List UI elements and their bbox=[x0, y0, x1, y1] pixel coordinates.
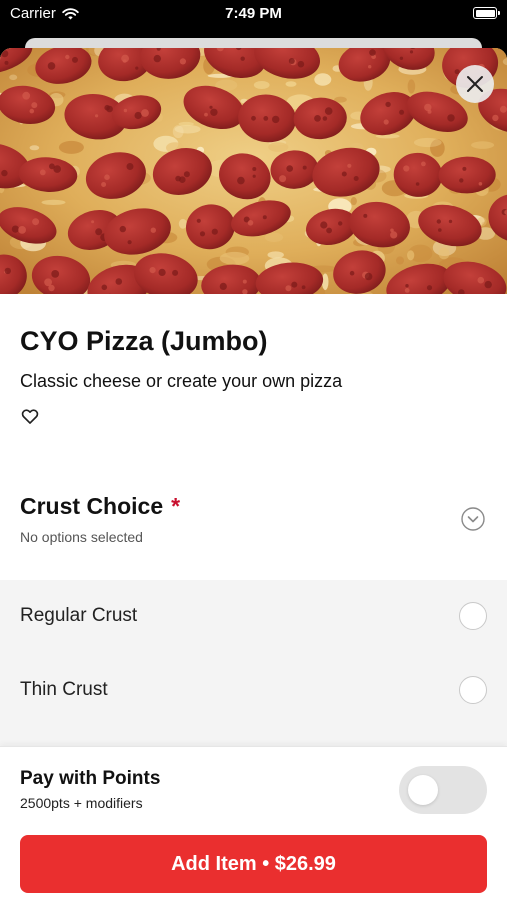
option-label: Thin Crust bbox=[20, 679, 108, 700]
battery-icon bbox=[473, 7, 500, 19]
option-thin-crust[interactable]: Thin Crust bbox=[0, 654, 507, 728]
cheese-highlight bbox=[407, 250, 415, 261]
cheese-highlight bbox=[253, 81, 270, 89]
add-item-button[interactable]: Add Item • $26.99 bbox=[20, 835, 487, 893]
item-detail-sheet: CYO Pizza (Jumbo) Classic cheese or crea… bbox=[0, 48, 507, 900]
cheese-highlight bbox=[178, 121, 194, 127]
cheese-highlight bbox=[268, 142, 289, 152]
chevron-down-circle-icon[interactable] bbox=[461, 507, 485, 531]
cheese-highlight bbox=[178, 218, 187, 229]
status-time: 7:49 PM bbox=[225, 5, 282, 22]
pay-with-points-toggle[interactable] bbox=[399, 766, 487, 814]
modifier-group-subtitle: No options selected bbox=[20, 529, 143, 545]
cheese-highlight bbox=[407, 79, 416, 94]
option-regular-crust[interactable]: Regular Crust bbox=[0, 580, 507, 654]
modifier-group-title: Crust Choice * bbox=[20, 493, 180, 520]
cheese-highlight bbox=[41, 199, 66, 205]
modifier-group-title-text: Crust Choice bbox=[20, 493, 164, 519]
item-footer: Pay with Points 2500pts + modifiers Add … bbox=[0, 746, 507, 900]
cheese-highlight bbox=[413, 137, 442, 148]
toggle-knob bbox=[408, 775, 438, 805]
cheese-highlight bbox=[264, 232, 284, 242]
cheese-highlight bbox=[285, 81, 297, 87]
crust-options-list: Regular Crust Thin Crust bbox=[0, 580, 507, 746]
cheese-highlight bbox=[29, 145, 40, 151]
cheese-highlight bbox=[438, 247, 450, 260]
heart-outline-icon[interactable] bbox=[20, 406, 40, 426]
cheese-highlight bbox=[58, 140, 84, 154]
crust-choice-header[interactable]: Crust Choice * No options selected bbox=[0, 473, 507, 578]
close-button[interactable] bbox=[456, 65, 494, 103]
status-bar: Carrier 7:49 PM bbox=[0, 0, 507, 30]
points-cost-label: 2500pts + modifiers bbox=[20, 795, 143, 811]
cheese-highlight bbox=[219, 251, 250, 265]
close-icon bbox=[467, 76, 483, 92]
cheese-highlight bbox=[350, 197, 357, 206]
cheese-highlight bbox=[314, 73, 332, 86]
cheese-highlight bbox=[471, 141, 495, 149]
item-hero-image bbox=[0, 48, 507, 294]
cheese-highlight bbox=[267, 251, 284, 259]
cheese-highlight bbox=[396, 256, 404, 265]
radio-button[interactable] bbox=[459, 676, 487, 704]
option-label: Regular Crust bbox=[20, 605, 138, 626]
pay-with-points-label: Pay with Points bbox=[20, 768, 161, 789]
item-title: CYO Pizza (Jumbo) bbox=[20, 326, 268, 356]
item-description: Classic cheese or create your own pizza bbox=[20, 371, 343, 391]
cheese-highlight bbox=[9, 74, 18, 81]
pizza-image bbox=[0, 48, 507, 294]
battery-level bbox=[475, 9, 495, 17]
cheese-highlight bbox=[172, 125, 184, 139]
required-indicator: * bbox=[171, 493, 181, 519]
radio-button[interactable] bbox=[459, 602, 487, 630]
